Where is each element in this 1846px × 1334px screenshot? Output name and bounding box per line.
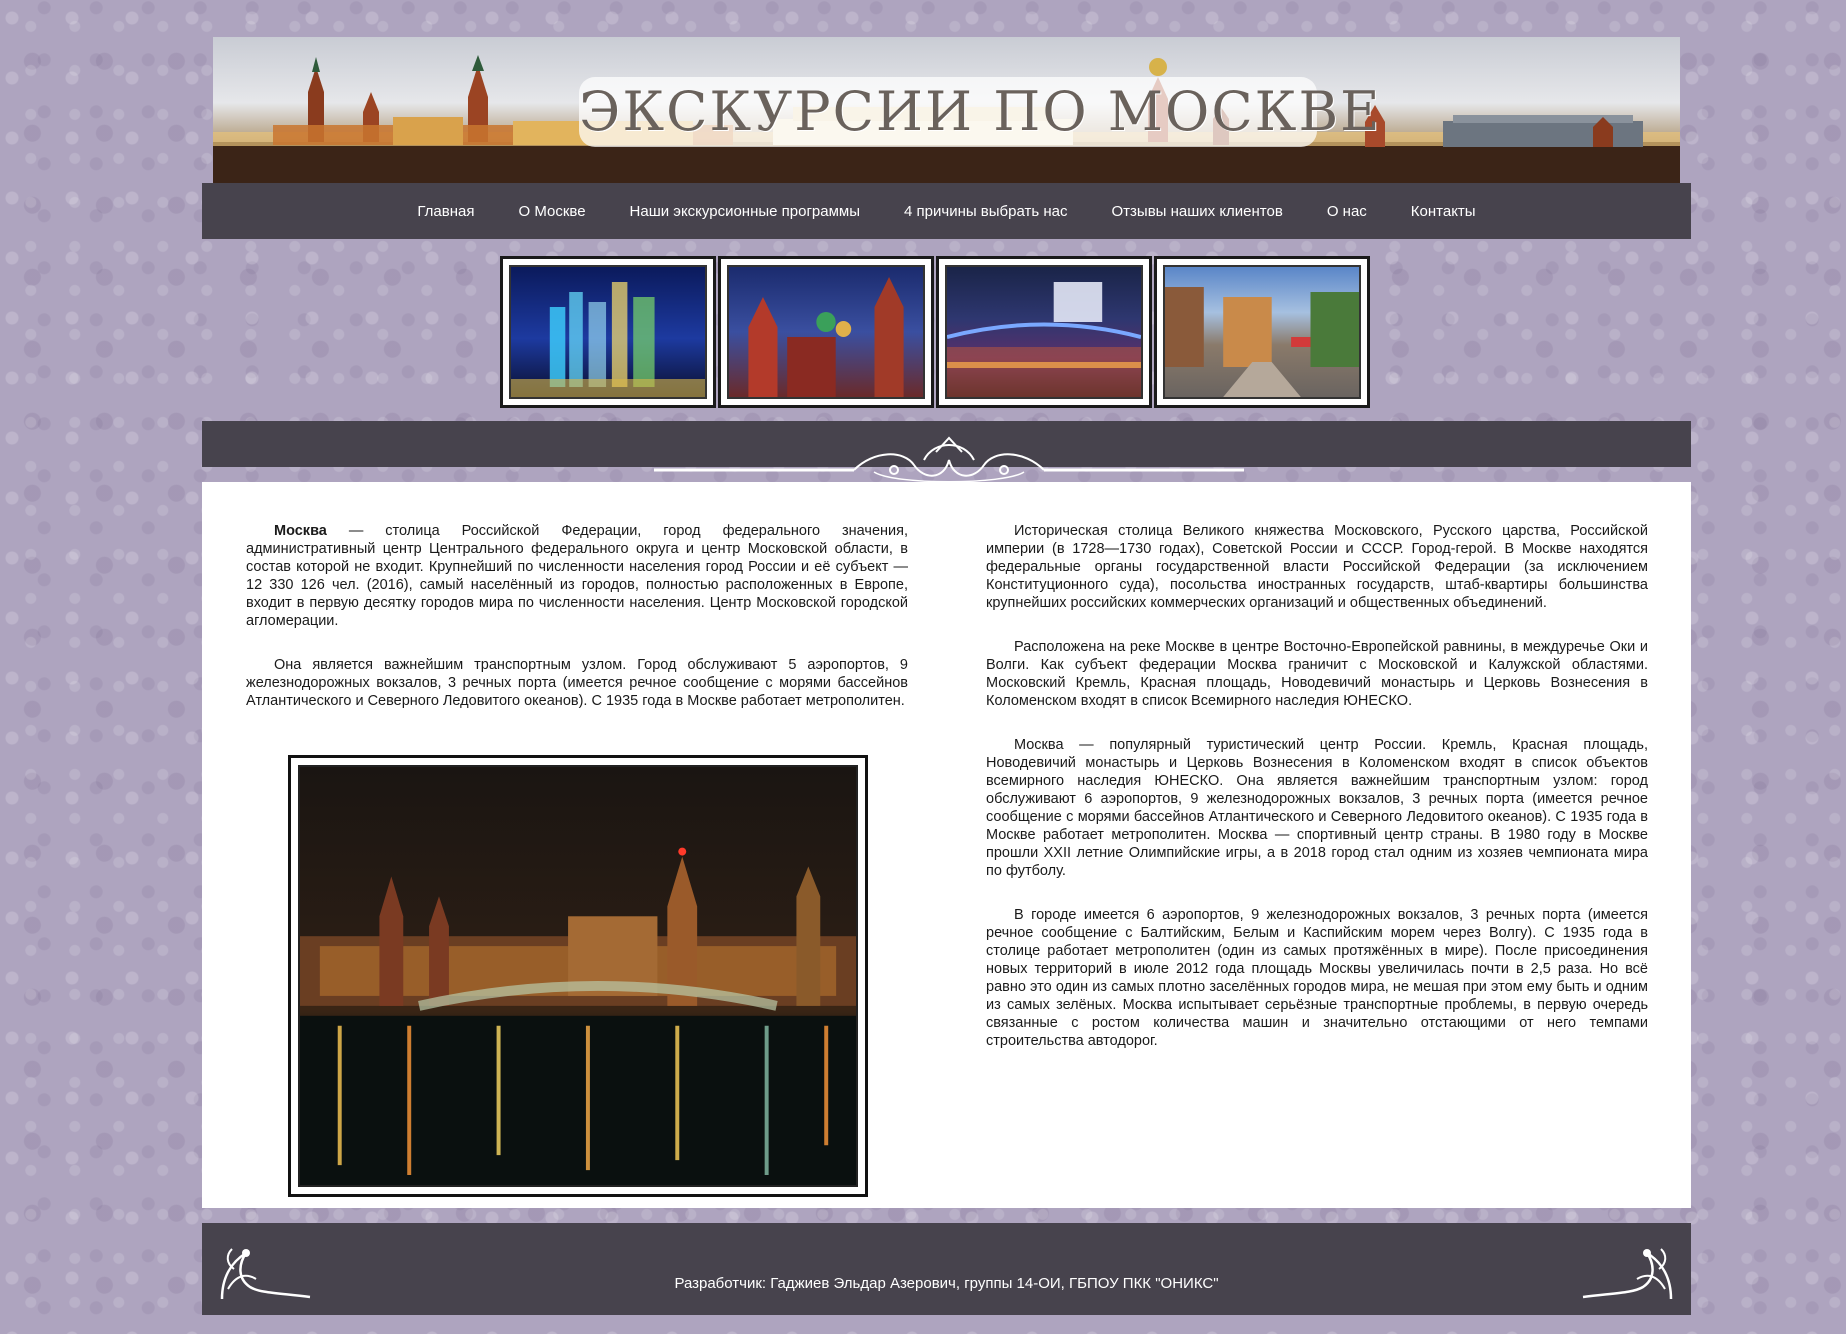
paragraph: Историческая столица Великого княжества … — [986, 523, 1648, 611]
header-banner: ЭКСКУРСИИ ПО МОСКВЕ — [213, 37, 1680, 183]
nav-link-reviews[interactable]: Отзывы наших клиентов — [1090, 203, 1305, 220]
nav-link-programs[interactable]: Наши экскурсионные программы — [608, 203, 883, 220]
moscow-city-photo — [509, 265, 707, 399]
site-title: ЭКСКУРСИИ ПО МОСКВЕ — [579, 80, 1382, 143]
gallery-thumbnail[interactable] — [936, 256, 1152, 408]
content-left-column: Москва — столица Российской Федерации, г… — [246, 522, 908, 736]
nav-link-reasons[interactable]: 4 причины выбрать нас — [882, 203, 1089, 220]
paragraph: Москва — столица Российской Федерации, г… — [246, 523, 908, 629]
kremlin-night-photo — [298, 765, 858, 1187]
ornament-divider-icon — [654, 436, 1244, 483]
nav-link-about-moscow[interactable]: О Москве — [496, 203, 607, 220]
main-nav: Главная О Москве Наши экскурсионные прог… — [202, 183, 1691, 239]
photo-gallery — [500, 256, 1394, 408]
content-right-column: Историческая столица Великого княжества … — [986, 522, 1648, 1076]
nav-link-contacts[interactable]: Контакты — [1389, 203, 1498, 220]
paragraph: Москва — популярный туристический центр … — [986, 737, 1648, 879]
gallery-thumbnail[interactable] — [500, 256, 716, 408]
nav-link-home[interactable]: Главная — [395, 203, 496, 220]
river-bridge-photo — [945, 265, 1143, 399]
gallery-thumbnail[interactable] — [1154, 256, 1370, 408]
gallery-thumbnail[interactable] — [718, 256, 934, 408]
arbat-street-photo — [1163, 265, 1361, 399]
nav-link-about-us[interactable]: О нас — [1305, 203, 1389, 220]
main-content: Москва — столица Российской Федерации, г… — [202, 482, 1691, 1208]
paragraph: Расположена на реке Москве в центре Вост… — [986, 639, 1648, 709]
developer-credit: Разработчик: Гаджиев Эльдар Азерович, гр… — [674, 1275, 1219, 1292]
paragraph: Она является важнейшим транспортным узло… — [246, 657, 908, 709]
kremlin-night-photo-frame — [288, 755, 868, 1197]
footer: Разработчик: Гаджиев Эльдар Азерович, гр… — [202, 1223, 1691, 1315]
paragraph: В городе имеется 6 аэропортов, 9 железно… — [986, 907, 1648, 1049]
city-name: Москва — [274, 523, 327, 539]
red-square-photo — [727, 265, 925, 399]
footer-ornament-left-icon — [220, 1248, 311, 1300]
footer-ornament-right-icon — [1582, 1248, 1673, 1300]
